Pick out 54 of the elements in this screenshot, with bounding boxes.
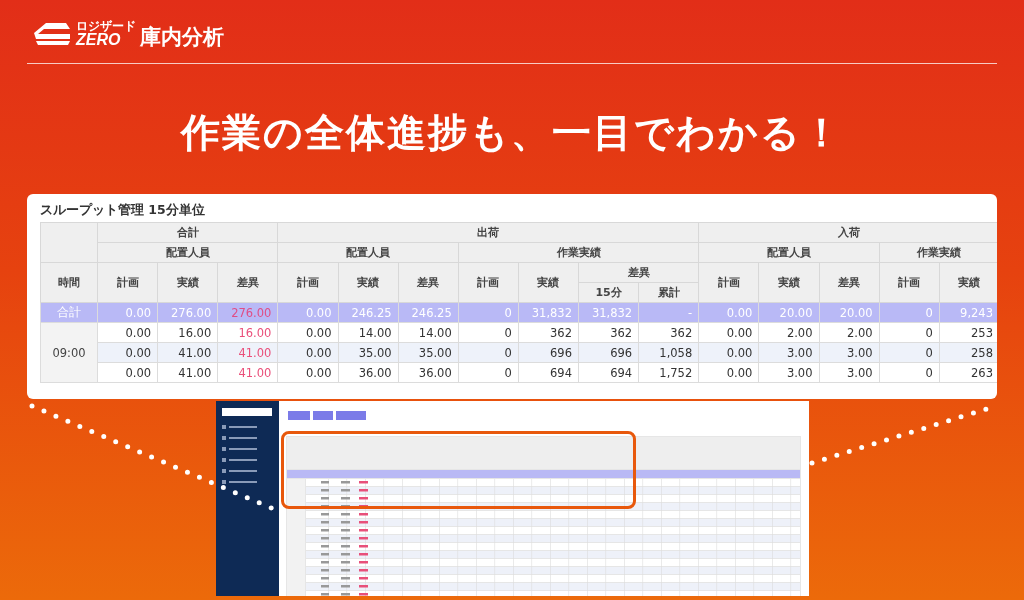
header-cell: 計画 bbox=[879, 262, 940, 303]
header-cell: 合計 bbox=[97, 222, 278, 243]
logo-icon bbox=[32, 20, 72, 46]
table-cell: 16.00 bbox=[217, 322, 278, 343]
table-cell: 0 bbox=[879, 362, 940, 383]
header-cell: 実績 bbox=[939, 262, 997, 303]
table-cell: 362 bbox=[518, 322, 579, 343]
header-cell: 時間 bbox=[40, 262, 98, 303]
table-cell: 3.00 bbox=[758, 362, 819, 383]
brand-name: ZERO bbox=[76, 32, 122, 48]
header-cell: 計画 bbox=[97, 262, 158, 303]
table-cell: 41.00 bbox=[157, 362, 218, 383]
product-name: 庫内分析 bbox=[140, 27, 224, 48]
header-cell: 入荷 bbox=[698, 222, 997, 243]
brand-kana: ロジザード bbox=[76, 20, 136, 32]
table-cell: 2.00 bbox=[819, 322, 880, 343]
table-cell: 14.00 bbox=[338, 322, 399, 343]
table-cell: 0.00 bbox=[97, 322, 158, 343]
table-cell: 36.00 bbox=[338, 362, 399, 383]
header-cell: 計画 bbox=[458, 262, 519, 303]
table-cell: 0 bbox=[458, 322, 519, 343]
header-cell: 差異 bbox=[217, 262, 278, 303]
header-cell: 差異 bbox=[819, 262, 880, 303]
table-cell: 362 bbox=[578, 322, 639, 343]
table-cell: 09:00 bbox=[40, 322, 98, 383]
header-cell: 実績 bbox=[758, 262, 819, 303]
table-cell: 36.00 bbox=[398, 362, 459, 383]
table-cell: 3.00 bbox=[819, 362, 880, 383]
header-cell: 差異 bbox=[398, 262, 459, 303]
table-cell: 0.00 bbox=[698, 322, 759, 343]
table-cell: 0.00 bbox=[97, 362, 158, 383]
table-cell: 14.00 bbox=[398, 322, 459, 343]
header-cell: 実績 bbox=[157, 262, 218, 303]
table-cell: 16.00 bbox=[157, 322, 218, 343]
header-cell bbox=[40, 222, 98, 263]
card-title: スループット管理 15分単位 bbox=[40, 202, 206, 219]
table-cell: 0.00 bbox=[277, 362, 338, 383]
table-cell: 694 bbox=[578, 362, 639, 383]
table-cell: 0 bbox=[879, 322, 940, 343]
table-cell: 362 bbox=[638, 322, 699, 343]
table-cell: 694 bbox=[518, 362, 579, 383]
table-cell: 0.00 bbox=[277, 322, 338, 343]
table-cell: 41.00 bbox=[217, 362, 278, 383]
header-cell: 計画 bbox=[277, 262, 338, 303]
headline: 作業の全体進捗も、一目でわかる！ bbox=[181, 109, 843, 157]
table-cell: 1,752 bbox=[638, 362, 699, 383]
table-cell: 0.00 bbox=[698, 362, 759, 383]
table-cell: 0 bbox=[458, 362, 519, 383]
table-cell: 合計 bbox=[40, 302, 98, 323]
table-cell: 2.00 bbox=[758, 322, 819, 343]
header-cell: 実績 bbox=[518, 262, 579, 303]
header-cell: 計画 bbox=[698, 262, 759, 303]
header-cell: 出荷 bbox=[277, 222, 699, 243]
header-cell: 実績 bbox=[338, 262, 399, 303]
